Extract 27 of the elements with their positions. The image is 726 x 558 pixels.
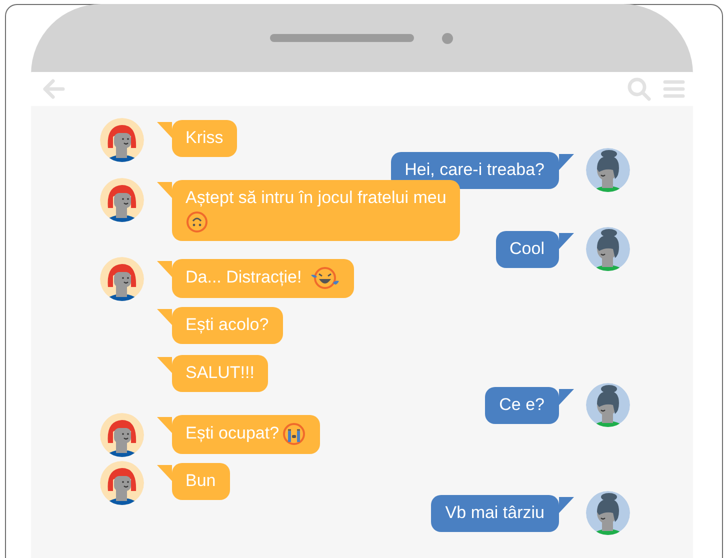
search-icon[interactable] (626, 77, 650, 101)
camera-dot (442, 32, 453, 44)
message-text: Ești ocupat? (186, 423, 280, 442)
message-text: SALUT!!! (186, 363, 254, 382)
avatar-drawing (100, 461, 144, 505)
message-text: Ce e? (499, 395, 544, 414)
avatar-drawing (586, 148, 630, 192)
message-text: Kriss (186, 128, 224, 147)
back-arrow-icon[interactable] (40, 78, 64, 100)
upside-down-face-icon (186, 211, 208, 233)
message-text: Cool (510, 239, 544, 258)
avatar-drawing (100, 257, 144, 301)
laughing-face-icon (310, 266, 340, 290)
message-text: Ești acolo? (186, 315, 269, 334)
message-text: Vb mai târziu (445, 503, 544, 522)
crying-face-icon (282, 422, 306, 446)
avatar-drawing (100, 178, 144, 222)
menu-icon[interactable] (662, 79, 684, 99)
avatar-drawing (586, 491, 630, 535)
avatar-drawing (100, 413, 144, 457)
message-text: Bun (186, 471, 216, 490)
avatar-drawing (586, 383, 630, 427)
avatar-drawing (100, 118, 144, 162)
avatar-drawing (586, 227, 630, 271)
message-text: Hei, care-i treaba? (404, 160, 544, 179)
message-text: Da... Distracție! (186, 267, 302, 286)
message-text: Aștept să intru în jocul fratelui meu (186, 188, 446, 207)
